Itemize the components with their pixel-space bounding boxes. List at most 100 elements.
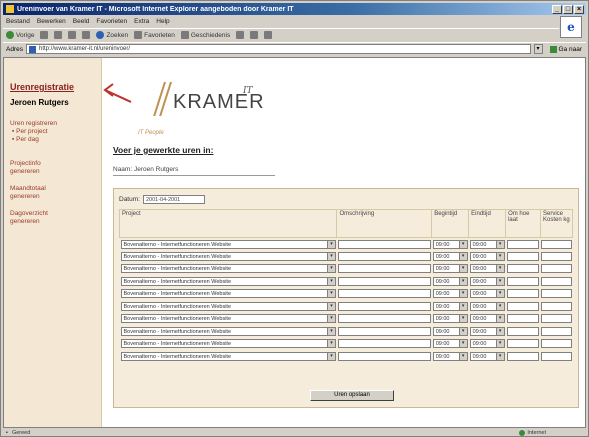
- service-costs-input[interactable]: [541, 264, 572, 274]
- service-costs-input[interactable]: [541, 276, 572, 286]
- project-select[interactable]: Bovenalterno - Internetfunctioneren Webs…: [120, 339, 336, 349]
- back-button[interactable]: Vorige: [6, 31, 34, 39]
- time-input[interactable]: [506, 351, 540, 361]
- sidebar-item-dagoverzicht[interactable]: Dagoverzicht genereren: [10, 210, 48, 226]
- service-costs-input[interactable]: [541, 289, 572, 299]
- start-time-select[interactable]: 09:00 ▾: [432, 276, 468, 286]
- time-input[interactable]: [506, 289, 540, 299]
- chevron-down-icon[interactable]: ▾: [495, 352, 504, 360]
- home-button[interactable]: [82, 31, 91, 39]
- chevron-down-icon[interactable]: ▾: [458, 327, 467, 335]
- menu-help[interactable]: Help: [156, 18, 169, 25]
- history-button[interactable]: Geschiedenis: [180, 31, 230, 39]
- description-input[interactable]: [337, 326, 431, 336]
- chevron-down-icon[interactable]: ▾: [495, 240, 504, 248]
- chevron-down-icon[interactable]: ▾: [326, 352, 335, 360]
- service-costs-input[interactable]: [541, 251, 572, 261]
- time-input[interactable]: [506, 276, 540, 286]
- project-select[interactable]: Bovenalterno - Internetfunctioneren Webs…: [120, 301, 336, 311]
- end-time-select[interactable]: 09:00 ▾: [469, 264, 505, 274]
- time-input[interactable]: [506, 339, 540, 349]
- service-costs-input[interactable]: [541, 351, 572, 361]
- sidebar-item-projectinfo[interactable]: Projectinfo genereren: [10, 160, 41, 176]
- chevron-down-icon[interactable]: ▾: [495, 252, 504, 260]
- chevron-down-icon[interactable]: ▾: [458, 277, 467, 285]
- forward-button[interactable]: [40, 31, 49, 39]
- service-costs-input[interactable]: [541, 239, 572, 249]
- chevron-down-icon[interactable]: ▾: [326, 327, 335, 335]
- chevron-down-icon[interactable]: ▾: [495, 327, 504, 335]
- description-input[interactable]: [337, 289, 431, 299]
- description-input[interactable]: [337, 301, 431, 311]
- project-select[interactable]: Bovenalterno - Internetfunctioneren Webs…: [120, 239, 336, 249]
- address-input[interactable]: http://www.kramer-it.nl/ureninvoer/: [25, 44, 531, 54]
- project-select[interactable]: Bovenalterno - Internetfunctioneren Webs…: [120, 326, 336, 336]
- chevron-down-icon[interactable]: ▾: [458, 302, 467, 310]
- sidebar-subitem-per-dag[interactable]: ▪ Per dag: [10, 136, 57, 144]
- service-costs-input[interactable]: [541, 339, 572, 349]
- go-button[interactable]: Ga naar: [546, 45, 587, 53]
- favorites-button[interactable]: Favorieten: [134, 31, 175, 39]
- print-button[interactable]: [250, 31, 259, 39]
- end-time-select[interactable]: 09:00 ▾: [469, 301, 505, 311]
- chevron-down-icon[interactable]: ▾: [458, 290, 467, 298]
- service-costs-input[interactable]: [541, 314, 572, 324]
- chevron-down-icon[interactable]: ▾: [495, 290, 504, 298]
- description-input[interactable]: [337, 251, 431, 261]
- chevron-down-icon[interactable]: ▾: [326, 252, 335, 260]
- time-input[interactable]: [506, 326, 540, 336]
- chevron-down-icon[interactable]: ▾: [495, 265, 504, 273]
- stop-button[interactable]: [54, 31, 63, 39]
- time-input[interactable]: [506, 239, 540, 249]
- sidebar-item-uren-registreren[interactable]: Uren registreren ▪ Per project ▪ Per dag: [10, 120, 57, 144]
- start-time-select[interactable]: 09:00 ▾: [432, 314, 468, 324]
- end-time-select[interactable]: 09:00 ▾: [469, 326, 505, 336]
- description-input[interactable]: [337, 314, 431, 324]
- chevron-down-icon[interactable]: ▾: [458, 315, 467, 323]
- chevron-down-icon[interactable]: ▾: [495, 302, 504, 310]
- service-costs-input[interactable]: [541, 301, 572, 311]
- start-time-select[interactable]: 09:00 ▾: [432, 301, 468, 311]
- description-input[interactable]: [337, 276, 431, 286]
- start-time-select[interactable]: 09:00 ▾: [432, 251, 468, 261]
- end-time-select[interactable]: 09:00 ▾: [469, 339, 505, 349]
- chevron-down-icon[interactable]: ▾: [495, 277, 504, 285]
- chevron-down-icon[interactable]: ▾: [326, 277, 335, 285]
- menu-favorieten[interactable]: Favorieten: [96, 18, 127, 25]
- edit-button[interactable]: [264, 31, 273, 39]
- chevron-down-icon[interactable]: ▾: [458, 265, 467, 273]
- project-select[interactable]: Bovenalterno - Internetfunctioneren Webs…: [120, 289, 336, 299]
- project-select[interactable]: Bovenalterno - Internetfunctioneren Webs…: [120, 264, 336, 274]
- start-time-select[interactable]: 09:00 ▾: [432, 351, 468, 361]
- chevron-down-icon[interactable]: ▾: [458, 340, 467, 348]
- maximize-button[interactable]: □: [563, 4, 573, 14]
- end-time-select[interactable]: 09:00 ▾: [469, 351, 505, 361]
- chevron-down-icon[interactable]: ▾: [326, 290, 335, 298]
- chevron-down-icon[interactable]: ▾: [326, 340, 335, 348]
- menu-bestand[interactable]: Bestand: [6, 18, 30, 25]
- project-select[interactable]: Bovenalterno - Internetfunctioneren Webs…: [120, 251, 336, 261]
- description-input[interactable]: [337, 351, 431, 361]
- project-select[interactable]: Bovenalterno - Internetfunctioneren Webs…: [120, 351, 336, 361]
- mail-button[interactable]: [236, 31, 245, 39]
- chevron-down-icon[interactable]: ▾: [458, 252, 467, 260]
- end-time-select[interactable]: 09:00 ▾: [469, 276, 505, 286]
- time-input[interactable]: [506, 301, 540, 311]
- time-input[interactable]: [506, 314, 540, 324]
- description-input[interactable]: [337, 339, 431, 349]
- description-input[interactable]: [337, 264, 431, 274]
- sidebar-subitem-per-project[interactable]: ▪ Per project: [10, 128, 57, 136]
- end-time-select[interactable]: 09:00 ▾: [469, 251, 505, 261]
- date-input[interactable]: 2001-04-2001: [142, 195, 205, 204]
- chevron-down-icon[interactable]: ▾: [458, 240, 467, 248]
- chevron-down-icon[interactable]: ▾: [326, 265, 335, 273]
- menu-extra[interactable]: Extra: [134, 18, 149, 25]
- project-select[interactable]: Bovenalterno - Internetfunctioneren Webs…: [120, 276, 336, 286]
- chevron-down-icon[interactable]: ▾: [326, 315, 335, 323]
- chevron-down-icon[interactable]: ▾: [326, 302, 335, 310]
- time-input[interactable]: [506, 251, 540, 261]
- service-costs-input[interactable]: [541, 326, 572, 336]
- chevron-down-icon[interactable]: ▾: [495, 315, 504, 323]
- close-button[interactable]: ×: [574, 4, 584, 14]
- description-input[interactable]: [337, 239, 431, 249]
